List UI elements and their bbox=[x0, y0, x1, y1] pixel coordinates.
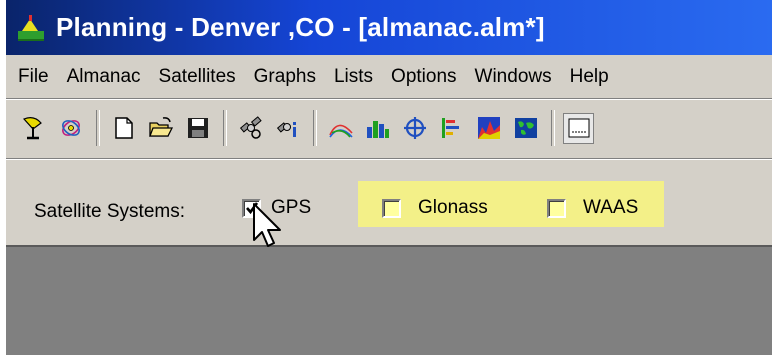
menu-satellites[interactable]: Satellites bbox=[150, 66, 245, 88]
mouse-cursor-icon bbox=[253, 203, 281, 247]
menu-bar: File Almanac Satellites Graphs Lists Opt… bbox=[6, 57, 772, 97]
waas-label: WAAS bbox=[583, 197, 639, 218]
sky-plot-icon[interactable] bbox=[473, 113, 504, 144]
application-window: Planning - Denver ,CO - [almanac.alm*] F… bbox=[6, 0, 772, 355]
menu-windows[interactable]: Windows bbox=[466, 66, 561, 88]
toolbar-divider-highlight bbox=[6, 159, 772, 160]
satellite-icon[interactable] bbox=[235, 113, 266, 144]
menu-options[interactable]: Options bbox=[382, 66, 465, 88]
glonass-option[interactable]: Glonass bbox=[382, 197, 488, 219]
window-title: Planning - Denver ,CO - [almanac.alm*] bbox=[56, 12, 545, 42]
satellite-dish-icon[interactable] bbox=[18, 113, 49, 144]
glonass-checkbox[interactable] bbox=[382, 198, 401, 218]
bar-chart-icon[interactable] bbox=[362, 113, 393, 144]
toolbar-separator bbox=[551, 110, 555, 146]
satellite-select-icon[interactable] bbox=[55, 113, 86, 144]
waas-checkbox[interactable] bbox=[547, 198, 566, 218]
menu-almanac[interactable]: Almanac bbox=[58, 66, 150, 88]
elevation-graph-icon[interactable] bbox=[325, 113, 356, 144]
waas-option[interactable]: WAAS bbox=[547, 197, 638, 219]
dop-chart-icon[interactable] bbox=[436, 113, 467, 144]
toolbar bbox=[6, 100, 772, 156]
crosshair-icon[interactable] bbox=[399, 113, 430, 144]
menu-lists[interactable]: Lists bbox=[325, 66, 382, 88]
app-icon[interactable] bbox=[16, 13, 46, 43]
open-folder-icon[interactable] bbox=[145, 113, 176, 144]
satellite-info-icon[interactable] bbox=[272, 113, 303, 144]
panel-icon[interactable] bbox=[563, 112, 594, 144]
new-file-icon[interactable] bbox=[108, 113, 139, 144]
menu-file[interactable]: File bbox=[6, 66, 58, 88]
toolbar-separator bbox=[96, 110, 100, 146]
save-disk-icon[interactable] bbox=[182, 113, 213, 144]
world-map-icon[interactable] bbox=[510, 113, 541, 144]
glonass-label: Glonass bbox=[418, 197, 488, 218]
menu-help[interactable]: Help bbox=[561, 66, 618, 88]
toolbar-separator bbox=[223, 110, 227, 146]
toolbar-separator bbox=[313, 110, 317, 146]
menu-graphs[interactable]: Graphs bbox=[245, 66, 325, 88]
satellite-systems-label: Satellite Systems: bbox=[34, 201, 185, 222]
title-bar[interactable]: Planning - Denver ,CO - [almanac.alm*] bbox=[6, 0, 772, 55]
mdi-workspace[interactable] bbox=[6, 245, 772, 355]
